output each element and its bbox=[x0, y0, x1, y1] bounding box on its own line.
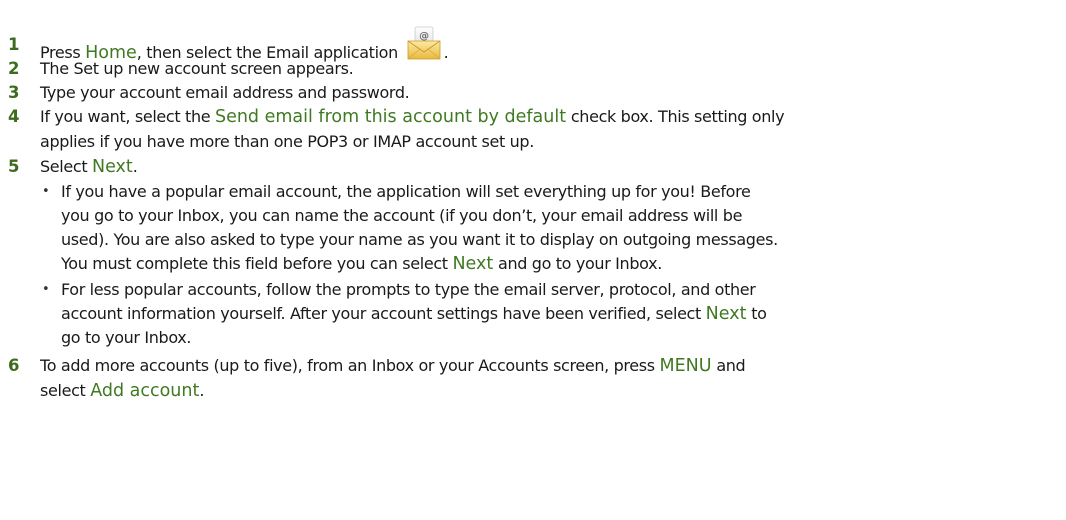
step-text: Select Next. bbox=[40, 157, 138, 177]
step-text-continued: select Add account. bbox=[40, 381, 205, 401]
step-text: Type your account email address and pass… bbox=[40, 83, 410, 102]
step-number: 5 bbox=[8, 157, 20, 176]
step-number: 4 bbox=[8, 107, 20, 126]
step-number: 1 bbox=[8, 35, 20, 54]
step-text: The Set up new account screen appears. bbox=[40, 59, 354, 78]
step-number: 3 bbox=[8, 83, 20, 102]
at-symbol: @ bbox=[419, 31, 429, 42]
next-button-label: Next bbox=[705, 304, 747, 324]
step-text: If you want, select the Send email from … bbox=[40, 107, 785, 127]
bullet-dot: • bbox=[42, 282, 50, 297]
bullet-text: If you have a popular email account, the… bbox=[61, 182, 778, 274]
next-button-label: Next bbox=[452, 254, 494, 274]
step-number: 6 bbox=[8, 356, 20, 375]
step-number: 2 bbox=[8, 59, 20, 78]
menu-key-label: MENU bbox=[659, 356, 712, 376]
next-button-label: Next bbox=[92, 157, 133, 177]
step-text-continued: applies if you have more than one POP3 o… bbox=[40, 132, 534, 151]
default-checkbox-label: Send email from this account by default bbox=[214, 107, 567, 127]
bullet-dot: • bbox=[42, 184, 50, 199]
add-account-label: Add account bbox=[90, 381, 200, 401]
bullet-text: For less popular accounts, follow the pr… bbox=[61, 280, 767, 347]
instructions-page: 1 Press Home, then select the Email appl… bbox=[0, 0, 1066, 520]
step-text: To add more accounts (up to five), from … bbox=[40, 356, 746, 376]
